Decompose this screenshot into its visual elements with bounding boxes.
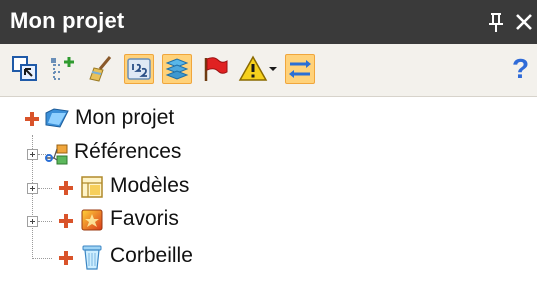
sync-button[interactable] — [285, 54, 315, 84]
tree-node-modeles[interactable]: Modèles — [0, 171, 300, 205]
red-plus-icon — [58, 180, 74, 200]
flag-button[interactable] — [200, 54, 230, 84]
layers-button[interactable] — [162, 54, 192, 84]
project-panel: Mon projet ? Mon projet Références Modèl… — [0, 0, 537, 288]
tree-node-mon-projet[interactable]: Mon projet — [0, 103, 300, 137]
panel-titlebar[interactable]: Mon projet — [0, 0, 537, 44]
project-tree: Mon projet Références Modèles Favoris Co… — [0, 97, 537, 288]
close-icon[interactable] — [512, 10, 536, 34]
tree-node-favoris[interactable]: Favoris — [0, 204, 300, 238]
view-mode-icon — [12, 56, 37, 81]
warning-icon — [238, 55, 268, 81]
broom-icon — [89, 56, 112, 82]
references-icon — [44, 143, 70, 171]
chevron-down-icon — [269, 67, 277, 71]
panel-toolbar: ? — [0, 44, 537, 97]
view-mode-button[interactable] — [10, 54, 40, 84]
numbering-icon — [127, 58, 151, 80]
tree-node-label: Favoris — [110, 207, 179, 230]
tree-node-corbeille[interactable]: Corbeille — [0, 241, 300, 275]
expand-toggle-icon[interactable] — [27, 216, 38, 227]
red-plus-icon — [24, 111, 40, 131]
help-button[interactable]: ? — [512, 54, 529, 84]
warnings-dropdown-button[interactable] — [238, 54, 278, 84]
delete-button[interactable] — [86, 54, 116, 84]
models-icon — [79, 174, 105, 204]
project-folder-icon — [44, 105, 70, 135]
tree-node-label: Modèles — [110, 174, 190, 197]
red-flag-icon — [204, 57, 228, 81]
tree-node-label: Références — [74, 140, 182, 163]
add-tree-node-button[interactable] — [48, 54, 78, 84]
red-plus-icon — [58, 213, 74, 233]
add-node-icon — [51, 57, 74, 80]
tree-node-references[interactable]: Références — [0, 137, 300, 171]
red-plus-icon — [58, 250, 74, 270]
favorites-icon — [79, 207, 105, 237]
numbering-button[interactable] — [124, 54, 154, 84]
sync-arrows-icon — [289, 60, 311, 78]
panel-title: Mon projet — [10, 8, 125, 33]
expand-toggle-icon[interactable] — [27, 183, 38, 194]
recycle-bin-icon — [81, 243, 103, 275]
tree-node-label: Corbeille — [110, 244, 193, 267]
expand-toggle-icon[interactable] — [27, 149, 38, 160]
tree-node-label: Mon projet — [75, 106, 175, 129]
layers-icon — [165, 58, 189, 80]
pin-icon[interactable] — [484, 10, 508, 34]
